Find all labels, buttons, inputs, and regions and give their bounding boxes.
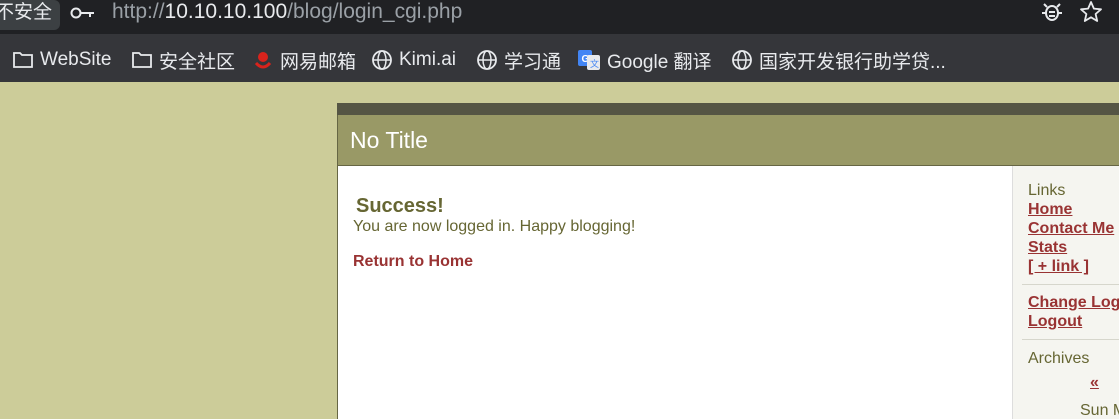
key-icon[interactable]: [70, 6, 96, 20]
security-label: 不安全: [0, 2, 53, 23]
archives-prev-link[interactable]: «: [1090, 374, 1099, 392]
bookmark-label: 安全社区: [159, 51, 236, 73]
main-content: Success! You are now logged in. Happy bl…: [337, 166, 1013, 419]
url-field[interactable]: http://10.10.10.100/blog/login_cgi.php: [112, 0, 462, 26]
sidebar-link-add[interactable]: [ + link ]: [1028, 258, 1089, 276]
netease-mail-icon: [254, 52, 272, 69]
url-prefix: http://: [112, 0, 165, 23]
bookmark-cdb-student-loan[interactable]: 国家开发银行助学贷...: [731, 48, 946, 73]
svg-text:文: 文: [590, 58, 599, 70]
bookmark-label: 国家开发银行助学贷...: [759, 51, 946, 73]
sidebar: Links Home Contact Me Stats [ + link ] C…: [1012, 166, 1119, 419]
bookmark-netease-mail[interactable]: 网易邮箱: [252, 48, 357, 73]
url-host: 10.10.10.100: [164, 0, 288, 23]
links-heading: Links: [1028, 182, 1066, 199]
sidebar-divider: [1022, 339, 1119, 340]
bookmark-website[interactable]: WebSite: [12, 48, 111, 72]
sidebar-link-logout[interactable]: Logout: [1028, 313, 1082, 331]
page-title: No Title: [350, 127, 428, 153]
bookmark-label: Kimi.ai: [399, 49, 457, 70]
folder-icon: [132, 52, 152, 68]
bookmark-kimi[interactable]: Kimi.ai: [371, 48, 456, 72]
bookmark-google-translate[interactable]: G文 Google 翻译: [577, 48, 712, 73]
sidebar-link-contact[interactable]: Contact Me: [1028, 220, 1114, 238]
bookmark-security-community[interactable]: 安全社区: [131, 48, 236, 73]
sidebar-link-change-login[interactable]: Change Log: [1028, 294, 1119, 312]
page-top-bar: [337, 103, 1119, 115]
bookmark-label: 学习通: [504, 51, 562, 73]
google-translate-icon: G文: [578, 50, 600, 70]
archives-heading: Archives: [1028, 350, 1090, 367]
bookmarks-bar: WebSite 安全社区 网易邮箱 Kimi.ai 学习通 G文 Google …: [0, 34, 1119, 82]
globe-icon: [372, 50, 392, 70]
bug-icon[interactable]: [1040, 0, 1064, 24]
calendar-weekday-header: Sun M: [1080, 402, 1119, 419]
sidebar-link-home[interactable]: Home: [1028, 201, 1072, 219]
blog-header: No Title: [337, 115, 1119, 166]
security-indicator[interactable]: 不安全: [0, 0, 60, 30]
bookmark-xuexitong[interactable]: 学习通: [476, 48, 562, 73]
login-message: You are now logged in. Happy blogging!: [353, 218, 636, 235]
bookmark-label: WebSite: [40, 49, 112, 70]
return-home-link[interactable]: Return to Home: [353, 253, 473, 271]
url-path: /blog/login_cgi.php: [287, 0, 463, 23]
bookmark-label: 网易邮箱: [280, 51, 357, 73]
bookmark-label: Google 翻译: [607, 51, 712, 73]
success-heading: Success!: [356, 195, 444, 217]
globe-icon: [477, 50, 497, 70]
address-bar: 不安全 http://10.10.10.100/blog/login_cgi.p…: [0, 0, 1119, 34]
sidebar-divider: [1022, 284, 1119, 285]
sidebar-link-stats[interactable]: Stats: [1028, 239, 1067, 257]
bookmark-star-icon[interactable]: [1078, 0, 1104, 24]
globe-icon: [732, 50, 752, 70]
folder-icon: [13, 52, 33, 68]
